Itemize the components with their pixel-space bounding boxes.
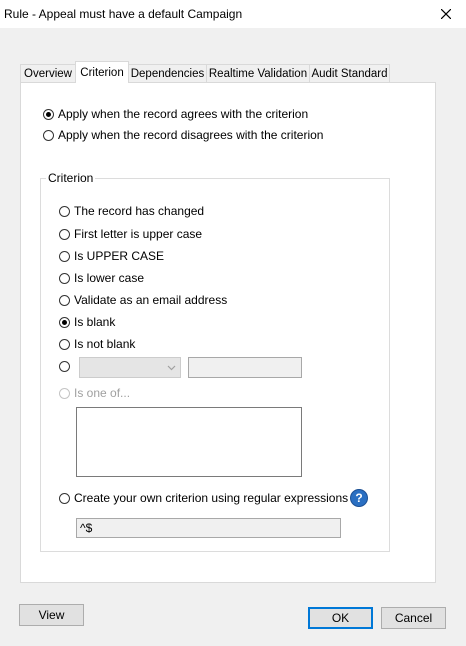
one-of-listbox[interactable] [76,407,302,477]
radio-dot [59,361,70,372]
criterion-regex-label: Create your own criterion using regular … [74,491,349,505]
radio-dot [59,316,70,328]
regex-field[interactable]: ^$ [76,518,341,538]
criterion-one-of-radio[interactable]: Is one of... [59,386,130,400]
criterion-group-label: Criterion [46,171,96,185]
criterion-lower-label: Is lower case [74,271,145,285]
radio-dot [59,205,70,217]
criterion-blank-label: Is blank [74,315,116,329]
ok-button[interactable]: OK [308,607,373,629]
close-icon [441,9,451,19]
compare-value-field[interactable] [188,357,302,378]
criterion-not-blank-radio[interactable]: Is not blank [59,337,135,351]
window-title: Rule - Appeal must have a default Campai… [4,7,243,21]
radio-dot [43,129,54,141]
apply-disagrees-radio[interactable]: Apply when the record disagrees with the… [43,128,323,142]
compare-operator-combo[interactable] [79,357,181,378]
radio-dot [59,338,70,350]
criterion-custom-compare-radio[interactable] [59,361,74,372]
radio-dot [59,228,70,240]
close-button[interactable] [426,0,466,28]
radio-dot [59,387,70,399]
apply-agrees-radio[interactable]: Apply when the record agrees with the cr… [43,107,308,121]
radio-dot [59,492,70,504]
view-button[interactable]: View [19,604,84,626]
chevron-down-icon [167,365,176,371]
title-bar: Rule - Appeal must have a default Campai… [0,0,466,28]
radio-dot [59,272,70,284]
criterion-first-upper-label: First letter is upper case [74,227,203,241]
criterion-lower-radio[interactable]: Is lower case [59,271,144,285]
tab-dependencies[interactable]: Dependencies [128,64,207,82]
criterion-upper-radio[interactable]: Is UPPER CASE [59,249,164,263]
radio-dot [59,294,70,306]
regex-value-text: ^$ [80,521,93,535]
criterion-one-of-label: Is one of... [74,386,131,400]
apply-agrees-label: Apply when the record agrees with the cr… [58,107,309,121]
tab-realtime-validation[interactable]: Realtime Validation [206,64,310,82]
tab-overview[interactable]: Overview [20,64,76,82]
criterion-blank-radio[interactable]: Is blank [59,315,115,329]
criterion-email-radio[interactable]: Validate as an email address [59,293,227,307]
criterion-regex-radio[interactable]: Create your own criterion using regular … [59,491,348,505]
tab-criterion[interactable]: Criterion [75,61,129,83]
help-icon[interactable]: ? [350,489,368,507]
apply-disagrees-label: Apply when the record disagrees with the… [58,128,324,142]
tab-audit-standard[interactable]: Audit Standard [309,64,390,82]
criterion-not-blank-label: Is not blank [74,337,136,351]
view-button-label: View [38,608,65,622]
cancel-button[interactable]: Cancel [381,607,446,629]
criterion-email-label: Validate as an email address [74,293,228,307]
criterion-changed-label: The record has changed [74,204,205,218]
cancel-button-label: Cancel [394,611,433,625]
radio-dot [59,250,70,262]
criterion-upper-label: Is UPPER CASE [74,249,165,263]
radio-dot [43,108,54,120]
criterion-first-upper-radio[interactable]: First letter is upper case [59,227,202,241]
ok-button-label: OK [331,611,350,625]
criterion-changed-radio[interactable]: The record has changed [59,204,204,218]
